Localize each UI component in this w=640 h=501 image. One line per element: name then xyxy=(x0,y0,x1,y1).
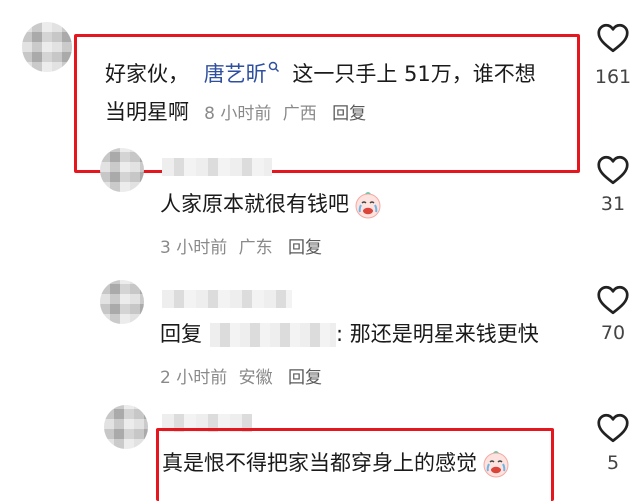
comment-text: 真是恨不得把家当都穿身上的感觉 xyxy=(162,451,477,475)
username[interactable] xyxy=(162,158,272,176)
heart-icon[interactable] xyxy=(595,282,631,318)
like-count: 70 xyxy=(600,322,626,344)
comment-location: 广东 xyxy=(238,238,273,258)
heart-icon[interactable] xyxy=(595,410,631,446)
comment-meta: 3 小时前 广东 回复 xyxy=(160,233,322,258)
avatar[interactable] xyxy=(104,405,148,449)
comment-location: 安徽 xyxy=(238,368,273,388)
heart-icon[interactable] xyxy=(595,152,631,188)
comment-text-row: 真是恨不得把家当都穿身上的感觉 xyxy=(162,447,511,479)
comment-text-rest: 这一只手上 51万，谁不想 xyxy=(292,62,536,86)
comment-text-row: 人家原本就很有钱吧 xyxy=(160,188,383,220)
crying-laughing-face-icon xyxy=(355,192,381,219)
comment-text-row: 回复 : 那还是明星来钱更快 xyxy=(160,318,539,350)
heart-icon[interactable] xyxy=(595,20,631,56)
reply-prefix: 回复 xyxy=(160,322,202,346)
like-count: 31 xyxy=(600,193,626,215)
mention-link[interactable]: 唐艺昕 xyxy=(203,61,280,86)
comment-time: 2 小时前 xyxy=(160,368,228,388)
comment-meta: 2 小时前 安徽 回复 xyxy=(160,363,322,388)
replied-username[interactable] xyxy=(210,323,336,347)
comment-text-prefix: 好家伙， xyxy=(105,62,189,86)
search-icon xyxy=(268,61,279,73)
avatar[interactable] xyxy=(100,280,144,324)
reply-button[interactable]: 回复 xyxy=(332,104,366,124)
comment-line2-row: 当明星啊 8 小时前 广西 回复 xyxy=(105,96,366,128)
avatar[interactable] xyxy=(100,148,144,192)
comment-time: 3 小时前 xyxy=(160,238,228,258)
reply-button[interactable]: 回复 xyxy=(288,368,322,388)
comment-time: 8 小时前 xyxy=(204,104,272,124)
comment-text: : 那还是明星来钱更快 xyxy=(336,322,539,346)
mention-name: 唐艺昕 xyxy=(203,62,267,86)
crying-laughing-face-icon xyxy=(483,451,509,478)
like-count: 161 xyxy=(594,66,632,88)
comment-text: 人家原本就很有钱吧 xyxy=(160,192,349,216)
avatar[interactable] xyxy=(22,22,72,72)
reply-button[interactable]: 回复 xyxy=(288,238,322,258)
username[interactable] xyxy=(162,290,292,308)
like-count: 5 xyxy=(606,452,620,474)
comment-location: 广西 xyxy=(282,104,317,124)
comment-text: 好家伙， 唐艺昕 这一只手上 51万，谁不想 xyxy=(105,58,536,90)
comment-text-line2: 当明星啊 xyxy=(105,100,189,124)
